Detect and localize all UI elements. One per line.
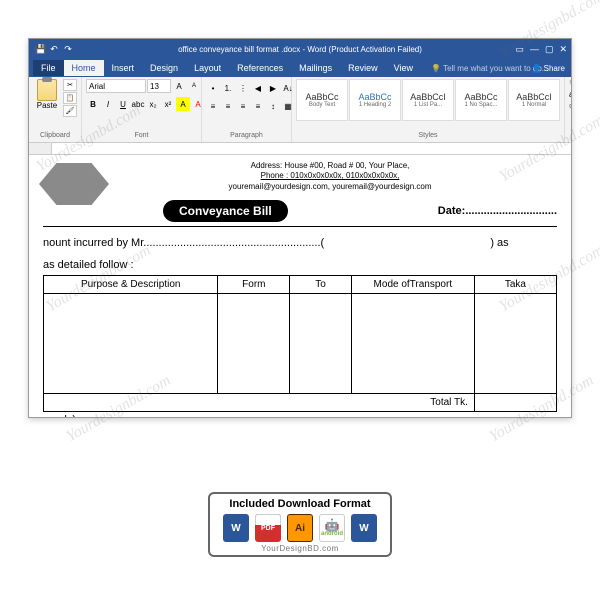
superscript-button[interactable]: x² xyxy=(161,97,175,111)
col-taka: Taka xyxy=(474,276,556,294)
tab-home[interactable]: Home xyxy=(64,60,104,76)
minimize-icon[interactable]: — xyxy=(530,44,539,55)
download-format-box: Included Download Format W PDF Ai 🤖andro… xyxy=(208,492,392,557)
share-button[interactable]: 👤 Share xyxy=(531,64,565,73)
email-line: youremail@yourdesign.com, youremail@your… xyxy=(103,182,557,192)
title-bar: 💾 ↶ ↷ office conveyance bill format .doc… xyxy=(29,39,571,59)
close-icon[interactable]: ✕ xyxy=(559,44,567,55)
phone-line: Phone : 010x0x0x0x0x, 010x0x0x0x0x, xyxy=(103,171,557,181)
decrease-indent-button[interactable]: ◀ xyxy=(251,81,265,95)
style-list-para[interactable]: AaBbCcI1 List Pa... xyxy=(402,79,454,121)
cut-button[interactable]: ✂ xyxy=(63,79,77,91)
highlight-button[interactable]: A xyxy=(176,97,190,111)
tab-file[interactable]: File xyxy=(33,60,64,76)
ai-icon: Ai xyxy=(287,514,313,542)
ribbon: Paste ✂ 📋 🖌 Clipboard Arial 13 A A xyxy=(29,77,571,143)
tab-mailings[interactable]: Mailings xyxy=(291,60,340,76)
ribbon-options-icon[interactable]: ▭ xyxy=(515,44,524,55)
numbering-button[interactable]: 1. xyxy=(221,81,235,95)
align-right-button[interactable]: ≡ xyxy=(236,99,250,113)
justify-button[interactable]: ≡ xyxy=(251,99,265,113)
format-painter-button[interactable]: 🖌 xyxy=(63,105,77,117)
clipboard-group-label: Clipboard xyxy=(33,132,77,140)
col-to: To xyxy=(290,276,352,294)
line-spacing-button[interactable]: ↕ xyxy=(266,99,280,113)
incurred-line: nount incurred by Mr....................… xyxy=(43,237,557,249)
clipboard-icon xyxy=(37,79,57,101)
italic-button[interactable]: I xyxy=(101,97,115,111)
col-mode: Mode ofTransport xyxy=(351,276,474,294)
tab-layout[interactable]: Layout xyxy=(186,60,229,76)
pdf-icon: PDF xyxy=(255,514,281,542)
col-form: Form xyxy=(218,276,290,294)
bold-button[interactable]: B xyxy=(86,97,100,111)
words-line: words)__________________________________… xyxy=(43,414,557,418)
find-button[interactable]: 🔍 Find xyxy=(569,79,572,88)
logo-placeholder-icon xyxy=(39,163,109,205)
tab-insert[interactable]: Insert xyxy=(104,60,143,76)
paste-button[interactable]: Paste xyxy=(33,79,61,110)
tab-references[interactable]: References xyxy=(229,60,291,76)
styles-group-label: Styles xyxy=(296,132,560,140)
download-title: Included Download Format xyxy=(216,498,384,510)
address-line: Address: House #00, Road # 00, Your Plac… xyxy=(103,161,557,171)
paragraph-group-label: Paragraph xyxy=(206,132,287,140)
font-name-select[interactable]: Arial xyxy=(86,79,146,93)
doc-header: Address: House #00, Road # 00, Your Plac… xyxy=(103,161,557,192)
bill-table: Purpose & Description Form To Mode ofTra… xyxy=(43,275,557,412)
document-area[interactable]: Address: House #00, Road # 00, Your Plac… xyxy=(29,155,571,418)
subscript-button[interactable]: x₂ xyxy=(146,97,160,111)
android-icon: 🤖android xyxy=(319,514,345,542)
paste-label: Paste xyxy=(37,101,57,110)
editing-group-label: Editing xyxy=(569,132,572,140)
style-no-spacing[interactable]: AaBbCc1 No Spac... xyxy=(455,79,507,121)
word-icon-2: W xyxy=(351,514,377,542)
date-label: Date:.............................. xyxy=(438,205,557,217)
increase-font-button[interactable]: A xyxy=(172,79,186,93)
font-group-label: Font xyxy=(86,132,197,140)
style-body-text[interactable]: AaBbCcBody Text xyxy=(296,79,348,121)
window-title: office conveyance bill format .docx - Wo… xyxy=(29,45,571,54)
table-row xyxy=(44,294,557,394)
word-icon: W xyxy=(223,514,249,542)
word-window: 💾 ↶ ↷ office conveyance bill format .doc… xyxy=(28,38,572,418)
detailed-line: as detailed follow : xyxy=(43,259,557,271)
col-purpose: Purpose & Description xyxy=(44,276,218,294)
increase-indent-button[interactable]: ▶ xyxy=(266,81,280,95)
tab-review[interactable]: Review xyxy=(340,60,386,76)
replace-button[interactable]: ab Replace xyxy=(569,90,572,99)
ruler[interactable] xyxy=(29,143,571,155)
font-size-select[interactable]: 13 xyxy=(147,79,171,93)
tab-bar: File Home Insert Design Layout Reference… xyxy=(29,59,571,77)
multilevel-button[interactable]: ⋮ xyxy=(236,81,250,95)
maximize-icon[interactable]: ▢ xyxy=(545,44,554,55)
bullets-button[interactable]: • xyxy=(206,81,220,95)
underline-button[interactable]: U xyxy=(116,97,130,111)
tab-view[interactable]: View xyxy=(386,60,421,76)
decrease-font-button[interactable]: A xyxy=(187,79,201,93)
select-button[interactable]: ▭ Select xyxy=(569,101,572,110)
align-center-button[interactable]: ≡ xyxy=(221,99,235,113)
conveyance-bill-badge: Conveyance Bill xyxy=(163,200,288,222)
style-heading-2[interactable]: AaBbCc1 Heading 2 xyxy=(349,79,401,121)
download-subtitle: YourDesignBD.com xyxy=(216,544,384,553)
total-label: Total Tk. xyxy=(44,394,475,412)
strike-button[interactable]: abc xyxy=(131,97,145,111)
align-left-button[interactable]: ≡ xyxy=(206,99,220,113)
style-normal[interactable]: AaBbCcI1 Normal xyxy=(508,79,560,121)
tab-design[interactable]: Design xyxy=(142,60,186,76)
total-row: Total Tk. xyxy=(44,394,557,412)
copy-button[interactable]: 📋 xyxy=(63,92,77,104)
